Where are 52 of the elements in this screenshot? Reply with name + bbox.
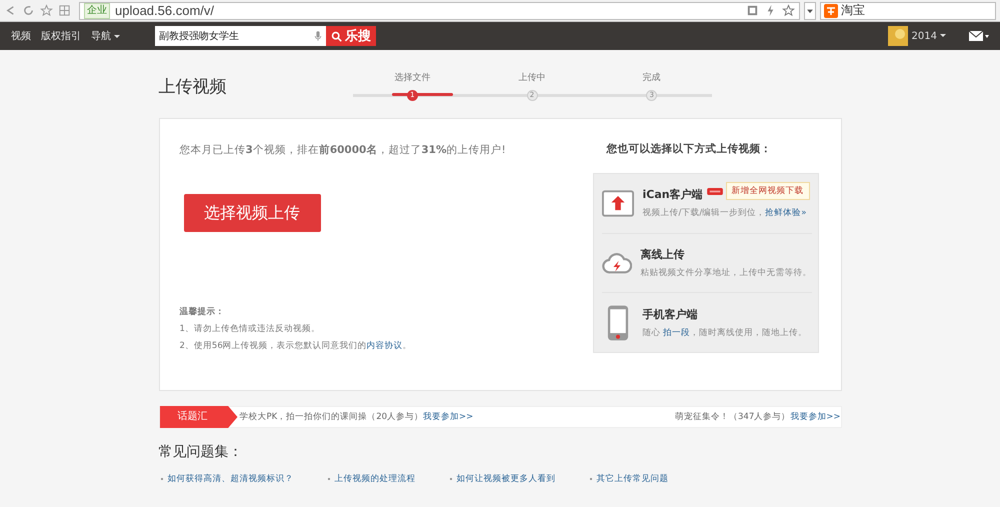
avatar-icon[interactable] <box>888 26 908 46</box>
join-link[interactable]: 我要参加>> <box>423 412 474 422</box>
refresh-icon[interactable] <box>22 4 35 17</box>
faq-title: 常见问题集： <box>158 443 244 461</box>
dropdown-icon[interactable] <box>804 2 816 20</box>
option-name: 离线上传 <box>640 247 684 262</box>
phone-icon <box>606 304 628 342</box>
option-description: 粘贴视频文件分享地址，上传中无需等待。 <box>640 267 812 279</box>
step-label: 上传中 <box>518 72 546 84</box>
faq-link[interactable]: 上传视频的处理流程 <box>334 473 416 485</box>
topics-label: 话题汇 <box>160 406 238 428</box>
url-text: upload.56.com/v/ <box>115 3 214 18</box>
option-name: iCan客户端 <box>642 187 703 202</box>
step-label: 完成 <box>642 72 661 84</box>
tooltip: 新增全网视频下载 <box>726 182 810 200</box>
topic-text: 学校大PK，拍一拍你们的课间操（20人参与）我要参加>> <box>240 411 474 423</box>
topic-text: 萌宠征集令！（347人参与）我要参加>> <box>675 411 840 423</box>
try-link[interactable]: 拍一段 <box>663 328 690 338</box>
nav-link[interactable]: 导航 <box>91 29 120 43</box>
mail-icon[interactable] <box>968 29 990 43</box>
search-engine-field[interactable]: 淘宝 <box>820 2 996 20</box>
site-badge: 企业 <box>84 2 110 18</box>
logo-icon <box>824 4 838 18</box>
option-description: 随心 拍一段，随时离线使用，随地上传。 <box>642 326 808 339</box>
search-button[interactable]: 乐搜 <box>326 26 376 46</box>
user-menu[interactable]: 2014 <box>912 30 946 42</box>
step-label: 选择文件 <box>394 72 430 84</box>
try-link[interactable]: 抢鲜体验» <box>765 208 806 218</box>
agreement-link[interactable]: 内容协议 <box>366 341 403 351</box>
nav-link[interactable]: 视频 <box>11 29 31 43</box>
star-icon[interactable] <box>782 4 795 17</box>
tips-title: 温馨提示： <box>180 306 226 319</box>
faq-link[interactable]: 如何获得高清、超清视频标识？ <box>168 473 294 485</box>
faq-link[interactable]: 如何让视频被更多人看到 <box>456 473 556 485</box>
faq-link[interactable]: 其它上传常见问题 <box>596 473 668 485</box>
option-name: 手机客户端 <box>642 306 698 322</box>
tip-text: 1、请勿上传色情或违法反动视频。 <box>180 323 321 336</box>
select-video-upload-button[interactable]: 选择视频上传 <box>184 194 320 232</box>
tip-text: 2、使用56网上传视频，表示您默认同意我们的内容协议。 <box>180 340 413 353</box>
upload-stats-text: 您本月已上传3个视频，排在前60000名，超过了31%的上传用户! <box>180 143 507 157</box>
nav-link[interactable]: 版权指引 <box>41 29 81 43</box>
page-title: 上传视频 <box>158 76 228 98</box>
grid-icon[interactable] <box>58 4 71 17</box>
join-link[interactable]: 我要参加>> <box>790 412 840 422</box>
options-title: 您也可以选择以下方式上传视频： <box>606 142 772 156</box>
microphone-icon[interactable] <box>314 30 322 42</box>
star-icon[interactable] <box>40 4 53 17</box>
option-description: 视频上传/下载/编辑一步到位，抢鲜体验» <box>642 207 806 220</box>
caret-icon <box>940 34 946 38</box>
search-icon <box>331 30 342 42</box>
search-field[interactable]: 副教授强吻女学生 <box>155 26 326 46</box>
address-bar[interactable]: 企业 upload.56.com/v/ <box>79 2 800 20</box>
